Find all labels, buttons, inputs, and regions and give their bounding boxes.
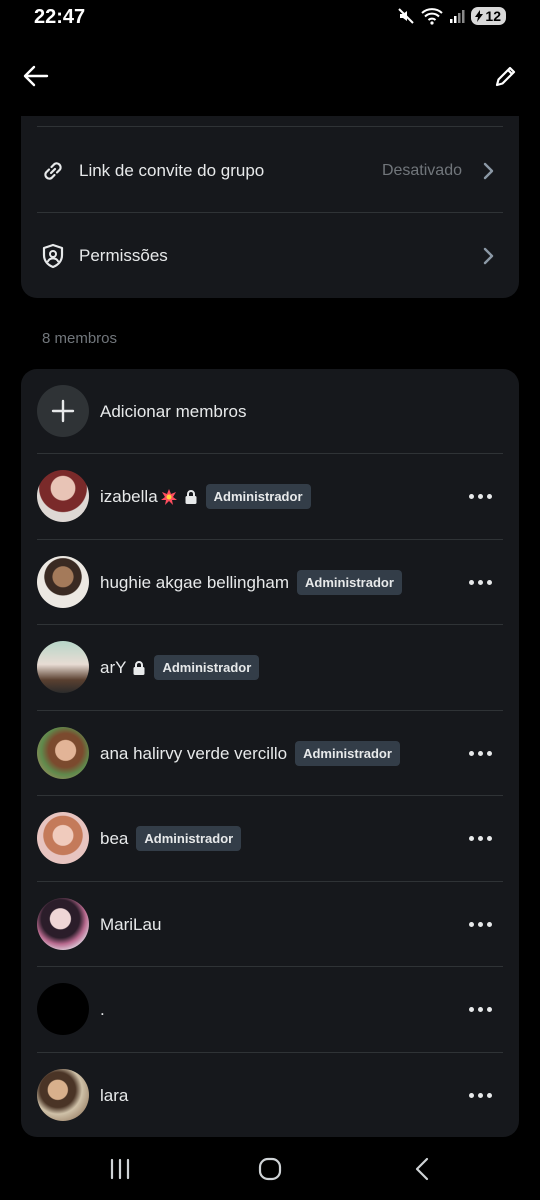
avatar [37,898,89,950]
member-row[interactable]: . [21,967,519,1052]
avatar [37,556,89,608]
avatar [37,470,89,522]
more-options-button[interactable] [467,570,493,594]
battery-icon: 12 [471,7,506,25]
back-button[interactable] [20,60,52,92]
home-button[interactable] [250,1152,290,1186]
chevron-right-icon [479,161,499,181]
home-icon [258,1157,282,1181]
status-icons: 12 [397,7,506,25]
member-row[interactable]: hughie akgae bellingham Administrador [21,540,519,625]
member-name: ana halirvy verde vercillo [100,743,288,763]
invite-link-row[interactable]: Link de convite do grupo Desativado [21,128,519,213]
avatar [37,727,89,779]
battery-level: 12 [485,8,501,24]
plus-icon [37,385,89,437]
status-time: 22:47 [34,6,86,28]
lock-icon [184,489,198,505]
admin-badge: Administrador [205,484,311,509]
avatar [37,812,89,864]
invite-link-label: Link de convite do grupo [79,160,265,180]
more-options-button[interactable] [467,826,493,850]
more-options-button[interactable] [467,997,493,1021]
member-row[interactable]: izabella Administrador [21,454,519,539]
avatar [37,1069,89,1121]
nav-back-button[interactable] [402,1152,442,1186]
more-options-button[interactable] [467,912,493,936]
more-options-button[interactable] [467,484,493,508]
member-name: hughie akgae bellingham [100,572,290,592]
members-count: 8 membros [42,330,118,347]
more-options-button[interactable] [467,1083,493,1107]
explosion-icon [160,488,178,506]
edit-group-button[interactable] [490,60,522,92]
system-nav-bar [0,1138,540,1200]
arrow-left-icon [23,65,49,87]
top-bar [0,48,540,102]
member-row[interactable]: lara [21,1053,519,1138]
member-name: MariLau [100,914,162,934]
link-icon [38,156,68,186]
back-icon [415,1157,429,1181]
recent-apps-button[interactable] [100,1152,140,1186]
permissions-row[interactable]: Permissões [21,213,519,298]
shield-person-icon [38,241,68,271]
group-settings-card: Link de convite do grupo Desativado Perm… [21,116,519,298]
member-name: . [100,999,105,1019]
member-name: arY [100,657,127,677]
lock-icon [132,660,146,676]
member-row[interactable]: bea Administrador [21,796,519,881]
member-name: izabella [100,486,158,506]
signal-icon [450,10,465,23]
admin-badge: Administrador [154,655,260,680]
add-members-label: Adicionar membros [100,401,247,421]
member-name: bea [100,828,129,848]
member-row[interactable]: MariLau [21,882,519,967]
recent-apps-icon [110,1158,130,1180]
mute-icon [398,8,415,24]
permissions-label: Permissões [79,245,168,265]
divider [37,126,503,127]
member-row[interactable]: arY Administrador [21,625,519,710]
member-name: lara [100,1085,129,1105]
avatar [37,641,89,693]
admin-badge: Administrador [297,570,402,595]
add-members-row[interactable]: Adicionar membros [21,369,519,454]
chevron-right-icon [479,246,499,266]
members-card: Adicionar membros izabella Administrador… [21,369,519,1137]
wifi-icon [421,8,444,25]
invite-link-status: Desativado [381,161,462,179]
avatar [37,983,89,1035]
pencil-icon [495,66,516,87]
admin-badge: Administrador [295,741,400,766]
more-options-button[interactable] [467,741,493,765]
member-row[interactable]: ana halirvy verde vercillo Administrador [21,711,519,796]
status-bar: 22:47 12 [0,0,540,36]
admin-badge: Administrador [136,826,242,851]
